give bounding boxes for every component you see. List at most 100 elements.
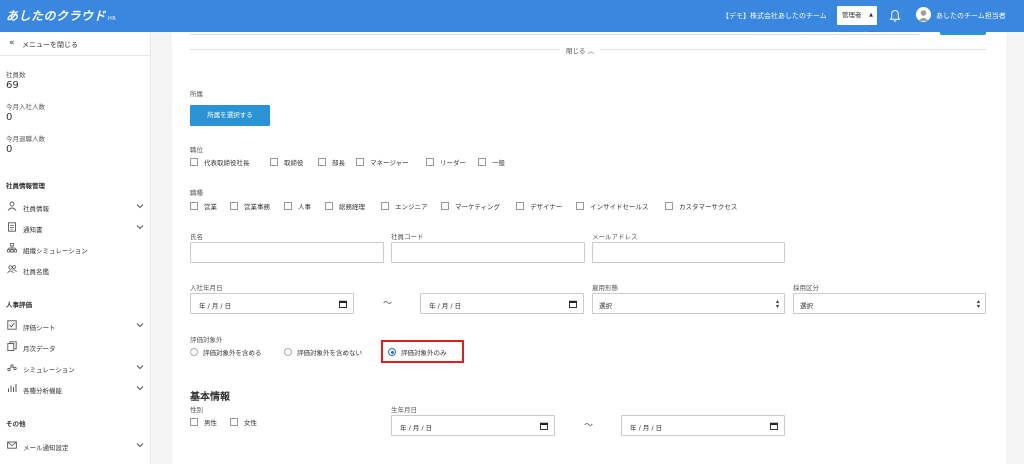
position-checkbox[interactable]: 部長 <box>318 157 345 167</box>
sidebar-item-employee-directory[interactable]: 社員名鑑 <box>0 261 150 279</box>
birth-date-label: 生年月日 <box>391 406 417 414</box>
checkbox-box[interactable] <box>318 158 326 166</box>
checkbox-box[interactable] <box>576 202 584 210</box>
position-label: 職位 <box>190 146 203 154</box>
radio-button[interactable] <box>190 348 198 356</box>
position-checkbox[interactable]: 取締役 <box>270 157 304 167</box>
sidebar-item-analysis[interactable]: 各種分析機能 <box>0 380 150 398</box>
people-icon <box>7 265 17 274</box>
sidebar-item-mail-settings[interactable]: メール通知設定 <box>0 437 150 455</box>
sidebar-item-monthly-data[interactable]: 月次データ <box>0 338 150 356</box>
sidebar-item-label: 通知書 <box>23 226 43 234</box>
eval-option-exclude[interactable]: 評価対象外を含めない <box>284 347 362 357</box>
sidebar-item-notices[interactable]: 通知書 <box>0 219 150 237</box>
checkbox-box[interactable] <box>381 202 389 210</box>
email-input[interactable] <box>592 242 785 263</box>
checkbox-box[interactable] <box>230 418 238 426</box>
checkbox-box[interactable] <box>426 158 434 166</box>
checkbox-box[interactable] <box>325 202 333 210</box>
occupation-checkbox[interactable]: エンジニア <box>381 201 428 211</box>
chevron-down-icon <box>136 443 144 448</box>
checkbox-label: エンジニア <box>395 203 428 211</box>
position-checkbox[interactable]: リーダー <box>426 157 466 167</box>
calendar-icon[interactable] <box>540 422 548 430</box>
date-range-separator: ～ <box>383 299 393 309</box>
user-name[interactable]: あしたのチーム担当者 <box>936 11 1006 21</box>
sidebar-item-label: 月次データ <box>23 345 56 353</box>
bell-icon[interactable] <box>889 9 901 23</box>
employee-code-input[interactable] <box>391 242 585 263</box>
gender-checkbox[interactable]: 女性 <box>230 417 257 427</box>
position-checkbox[interactable]: マネージャー <box>356 157 409 167</box>
calendar-icon[interactable] <box>339 300 347 308</box>
employment-type-select[interactable]: 選択 ▴ ▾ <box>592 293 785 314</box>
calendar-icon[interactable] <box>770 422 778 430</box>
sidebar-item-eval-sheet[interactable]: 評価シート <box>0 317 150 335</box>
checkbox-box[interactable] <box>441 202 449 210</box>
checkbox-box[interactable] <box>190 418 198 426</box>
checkbox-box[interactable] <box>270 158 278 166</box>
checkbox-label: デザイナー <box>530 203 563 211</box>
occupation-checkbox[interactable]: インサイドセールス <box>576 201 649 211</box>
app-logo[interactable]: あしたのクラウド HR <box>6 7 116 24</box>
role-select[interactable]: 管理者▲▼ <box>837 6 877 37</box>
chevron-down-icon <box>136 365 144 370</box>
sidebar-item-label: メール通知設定 <box>23 444 69 452</box>
checkbox-box[interactable] <box>478 158 486 166</box>
checkbox-box[interactable] <box>190 158 198 166</box>
occupation-checkbox[interactable]: 人事 <box>284 201 311 211</box>
sidebar-item-employee-info[interactable]: 社員情報 <box>0 198 150 216</box>
checkbox-box[interactable] <box>190 202 198 210</box>
sidebar-item-label: 各種分析機能 <box>23 387 62 395</box>
employee-code-label: 社員コード <box>391 233 424 241</box>
birth-date-from-input[interactable]: 年 / 月 / 日 <box>391 415 555 436</box>
occupation-checkbox[interactable]: 営業事務 <box>230 201 270 211</box>
occupation-checkbox[interactable]: 営業 <box>190 201 217 211</box>
affiliation-label: 所属 <box>190 90 203 98</box>
calendar-icon[interactable] <box>569 300 577 308</box>
select-value: 選択 <box>800 302 813 310</box>
occupation-checkbox[interactable]: カスタマーサクセス <box>665 201 737 211</box>
radio-label: 評価対象外を含めない <box>297 349 362 357</box>
occupation-checkbox[interactable]: マーケティング <box>441 201 500 211</box>
hire-date-to-input[interactable]: 年 / 月 / 日 <box>420 293 584 314</box>
checkbox-box[interactable] <box>284 202 292 210</box>
chevron-down-icon <box>136 386 144 391</box>
hiring-category-select[interactable]: 選択 ▴ ▾ <box>793 293 986 314</box>
checkbox-box[interactable] <box>356 158 364 166</box>
section-other: その他 <box>6 420 26 428</box>
birth-date-to-input[interactable]: 年 / 月 / 日 <box>621 415 785 436</box>
sidebar-item-org-simulation[interactable]: 組織シミュレーション <box>0 240 150 258</box>
radio-button[interactable] <box>284 348 292 356</box>
checkbox-label: 営業 <box>204 203 217 211</box>
employment-type-label: 雇用形態 <box>592 284 618 292</box>
checkbox-box[interactable] <box>516 202 524 210</box>
sidebar-item-simulation[interactable]: シミュレーション <box>0 359 150 377</box>
checkbox-box[interactable] <box>665 202 673 210</box>
company-name: 【デモ】株式会社あしたのチーム <box>722 12 827 20</box>
position-checkbox[interactable]: 一般 <box>478 157 505 167</box>
name-input[interactable] <box>190 242 384 263</box>
occupation-label: 職種 <box>190 189 203 197</box>
collapse-toggle[interactable]: 閉じる ︿ <box>560 45 601 55</box>
radio-label: 評価対象外を含める <box>203 349 262 357</box>
eval-option-include[interactable]: 評価対象外を含める <box>190 347 262 357</box>
position-checkbox[interactable]: 代表取締役社長 <box>190 157 250 167</box>
select-arrows-icon: ▴ ▾ <box>775 298 779 310</box>
user-avatar[interactable] <box>916 7 931 22</box>
checkbox-box[interactable] <box>230 202 238 210</box>
eval-exclusion-label: 評価対象外 <box>190 336 223 344</box>
occupation-checkbox[interactable]: 総務経理 <box>325 201 365 211</box>
gender-checkbox[interactable]: 男性 <box>190 417 217 427</box>
role-select-value: 管理者 <box>842 11 862 19</box>
search-button-remnant[interactable] <box>940 32 986 35</box>
close-menu-button[interactable]: « メニューを閉じる <box>0 32 150 56</box>
gender-label: 性別 <box>190 406 203 414</box>
hire-date-from-input[interactable]: 年 / 月 / 日 <box>190 293 354 314</box>
select-affiliation-button[interactable]: 所属を選択する <box>190 105 270 126</box>
avatar-person-icon <box>918 10 929 21</box>
date-placeholder: 年 / 月 / 日 <box>400 424 433 432</box>
mail-icon <box>7 441 17 449</box>
select-value: 選択 <box>599 302 612 310</box>
occupation-checkbox[interactable]: デザイナー <box>516 201 562 211</box>
